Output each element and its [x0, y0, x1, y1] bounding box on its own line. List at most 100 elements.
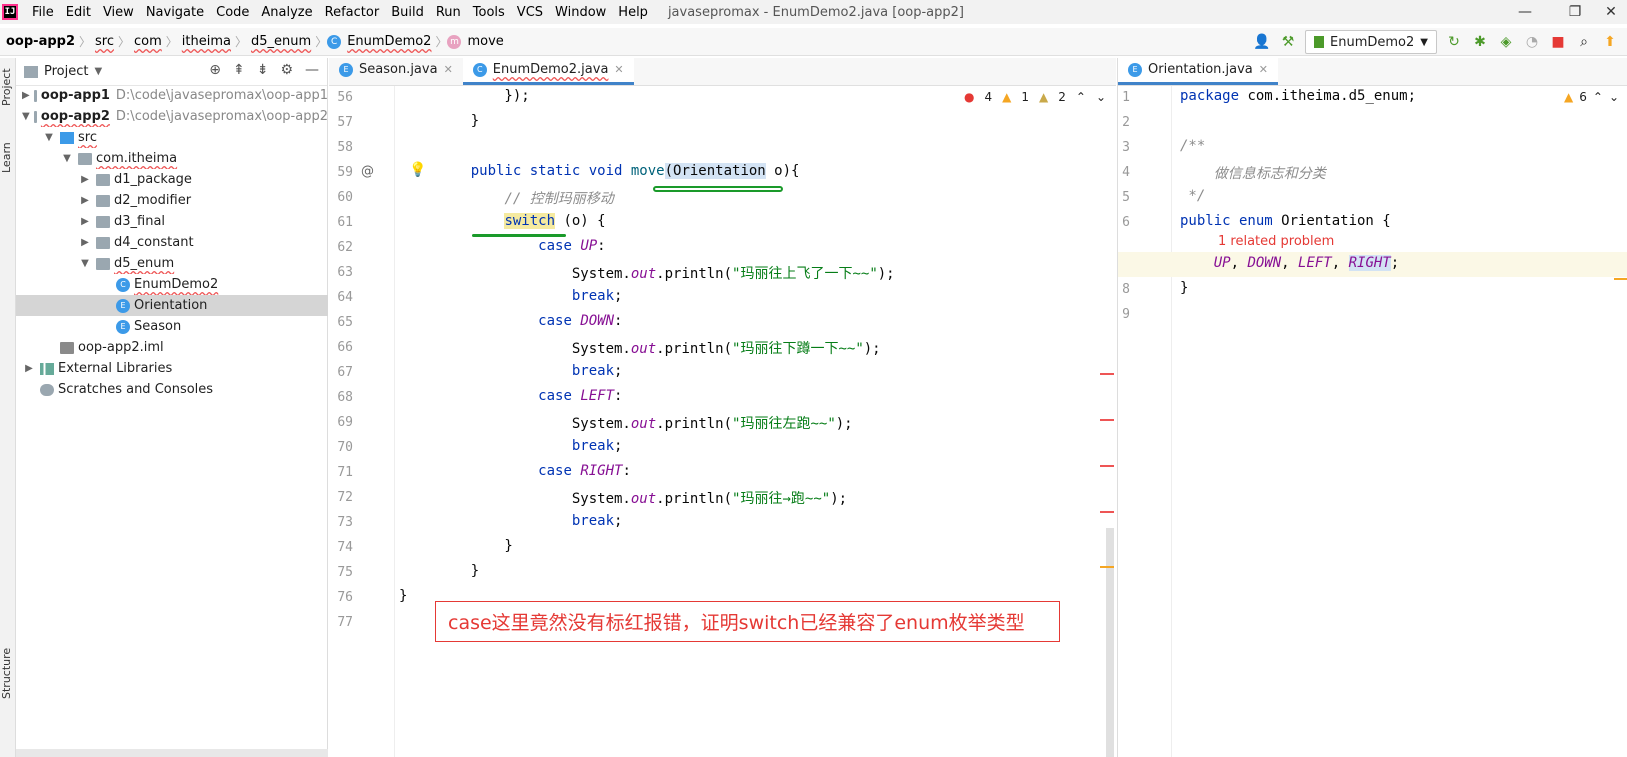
debug-icon[interactable]: ✱ [1471, 33, 1489, 51]
user-icon[interactable]: 👤 [1253, 33, 1271, 51]
expand-all-icon[interactable]: ⇞ [233, 62, 245, 78]
chevron-up-icon[interactable]: ⌃ [1076, 90, 1086, 104]
chevron-down-icon[interactable]: ▼ [78, 258, 92, 269]
tree-item-src[interactable]: ▼ src [16, 127, 328, 148]
chevron-right-icon[interactable]: ▶ [78, 195, 92, 206]
menu-refactor[interactable]: Refactor [319, 5, 386, 20]
tree-item-com-itheima[interactable]: ▼ com.itheima [16, 148, 328, 169]
close-icon[interactable]: ✕ [614, 63, 623, 76]
chevron-down-icon[interactable]: ▼ [42, 132, 56, 143]
gear-icon[interactable]: ⚙ [280, 62, 293, 78]
tree-item-d4-constant[interactable]: ▶ d4_constant [16, 232, 328, 253]
lightbulb-icon[interactable]: 💡 [409, 162, 426, 178]
warning-stripe-mark[interactable] [1614, 278, 1627, 280]
menu-vcs[interactable]: VCS [511, 5, 549, 20]
minimize-button[interactable]: — [1505, 0, 1545, 24]
menu-view[interactable]: View [97, 5, 140, 20]
package-icon [96, 236, 110, 249]
collapse-all-icon[interactable]: ⇟ [257, 62, 269, 78]
profile-icon[interactable]: ◔ [1523, 33, 1541, 51]
coverage-icon[interactable]: ◈ [1497, 33, 1515, 51]
breadcrumb-src[interactable]: src [91, 34, 118, 49]
tree-label: d5_enum [114, 256, 175, 271]
tree-label: Orientation [134, 298, 208, 313]
stop-icon[interactable]: ■ [1549, 33, 1567, 51]
build-hammer-icon[interactable]: ⚒ [1279, 33, 1297, 51]
inspection-widget[interactable]: ● 4 ▲ 1 ▲ 2 ⌃ ⌄ [964, 90, 1106, 104]
chevron-right-icon[interactable]: ▶ [22, 90, 30, 101]
chevron-down-icon[interactable]: ▼ [60, 153, 74, 164]
project-panel-title[interactable]: Project [44, 64, 88, 79]
close-icon[interactable]: ✕ [444, 63, 453, 76]
related-problem-hint[interactable]: 1 related problem [1218, 234, 1334, 249]
vertical-scrollbar[interactable] [1106, 528, 1114, 757]
menu-analyze[interactable]: Analyze [255, 5, 318, 20]
close-icon[interactable]: ✕ [1259, 63, 1268, 76]
tree-item-orientation[interactable]: E Orientation [16, 295, 328, 316]
iml-file-icon [60, 341, 74, 354]
line-number: 68 [337, 390, 353, 405]
tree-item-d5-enum[interactable]: ▼ d5_enum [16, 253, 328, 274]
menu-edit[interactable]: Edit [60, 5, 97, 20]
run-configuration-select[interactable]: EnumDemo2 ▼ [1305, 30, 1437, 54]
implements-at-icon[interactable]: @ [361, 164, 374, 179]
tab-season-java[interactable]: E Season.java ✕ [329, 57, 463, 85]
tree-item-season[interactable]: E Season [16, 316, 328, 337]
close-button[interactable]: ✕ [1595, 0, 1627, 24]
tree-item-oop-app1[interactable]: ▶ oop-app1 D:\code\javasepromax\oop-app1 [16, 85, 328, 106]
menu-code[interactable]: Code [210, 5, 255, 20]
menu-run[interactable]: Run [430, 5, 467, 20]
chevron-right-icon[interactable]: ▶ [22, 363, 36, 374]
chevron-right-icon[interactable]: ▶ [78, 174, 92, 185]
locate-icon[interactable]: ⊕ [209, 62, 221, 78]
chevron-down-icon[interactable]: ▼ [22, 111, 30, 122]
breadcrumb-project[interactable]: oop-app2 [0, 34, 79, 49]
tab-orientation-java[interactable]: E Orientation.java ✕ [1118, 57, 1278, 85]
menu-build[interactable]: Build [385, 5, 430, 20]
line-number: 57 [337, 115, 353, 130]
menu-help[interactable]: Help [612, 5, 654, 20]
menu-file[interactable]: File [26, 5, 60, 20]
chevron-right-icon[interactable]: ▶ [78, 216, 92, 227]
tree-item-enumdemo2[interactable]: C EnumDemo2 [16, 274, 328, 295]
tab-enumdemo2-java[interactable]: C EnumDemo2.java ✕ [462, 57, 634, 85]
update-icon[interactable]: ⬆ [1601, 33, 1619, 51]
horizontal-scrollbar[interactable] [16, 749, 328, 757]
error-stripe-mark[interactable] [1100, 511, 1114, 513]
error-stripe-mark[interactable] [1100, 373, 1114, 375]
breadcrumb-d5-enum[interactable]: d5_enum [247, 34, 315, 49]
tree-item-d3-final[interactable]: ▶ d3_final [16, 211, 328, 232]
hide-icon[interactable]: — [305, 62, 319, 78]
code-line: 做信息标志和分类 [1180, 166, 1326, 182]
chevron-down-icon[interactable]: ▼ [94, 66, 102, 77]
breadcrumb-itheima[interactable]: itheima [178, 34, 235, 49]
restore-button[interactable]: ❐ [1555, 0, 1595, 24]
tree-item-d2-modifier[interactable]: ▶ d2_modifier [16, 190, 328, 211]
stripe-project-tab[interactable]: Project [0, 62, 16, 112]
search-icon[interactable]: ⌕ [1575, 33, 1593, 51]
tree-item-iml[interactable]: oop-app2.iml [16, 337, 328, 358]
stripe-structure-tab[interactable]: Structure [0, 643, 16, 703]
menu-navigate[interactable]: Navigate [140, 5, 210, 20]
menu-window[interactable]: Window [549, 5, 612, 20]
stripe-learn-tab[interactable]: Learn [0, 138, 16, 178]
breadcrumb-class[interactable]: EnumDemo2 [343, 34, 435, 49]
chevron-down-icon[interactable]: ⌄ [1096, 90, 1106, 104]
tree-item-d1-package[interactable]: ▶ d1_package [16, 169, 328, 190]
warning-stripe-mark[interactable] [1100, 566, 1114, 568]
rerun-icon[interactable]: ↻ [1445, 33, 1463, 51]
tree-item-oop-app2[interactable]: ▼ oop-app2 D:\code\javasepromax\oop-app2 [16, 106, 328, 127]
error-stripe-mark[interactable] [1100, 419, 1114, 421]
line-number: 69 [337, 415, 353, 430]
tree-item-scratches[interactable]: Scratches and Consoles [16, 379, 328, 400]
menu-tools[interactable]: Tools [467, 5, 511, 20]
inspection-widget[interactable]: ▲ 6 ⌃ ⌄ [1564, 90, 1619, 104]
tree-item-external-libraries[interactable]: ▶ External Libraries [16, 358, 328, 379]
chevron-down-icon[interactable]: ⌄ [1609, 90, 1619, 104]
chevron-right-icon[interactable]: ▶ [78, 237, 92, 248]
error-stripe-mark[interactable] [1100, 465, 1114, 467]
chevron-up-icon[interactable]: ⌃ [1593, 90, 1603, 104]
breadcrumb-method[interactable]: move [463, 34, 507, 49]
breadcrumb-separator: 〉 [315, 35, 328, 49]
breadcrumb-com[interactable]: com [130, 34, 166, 49]
